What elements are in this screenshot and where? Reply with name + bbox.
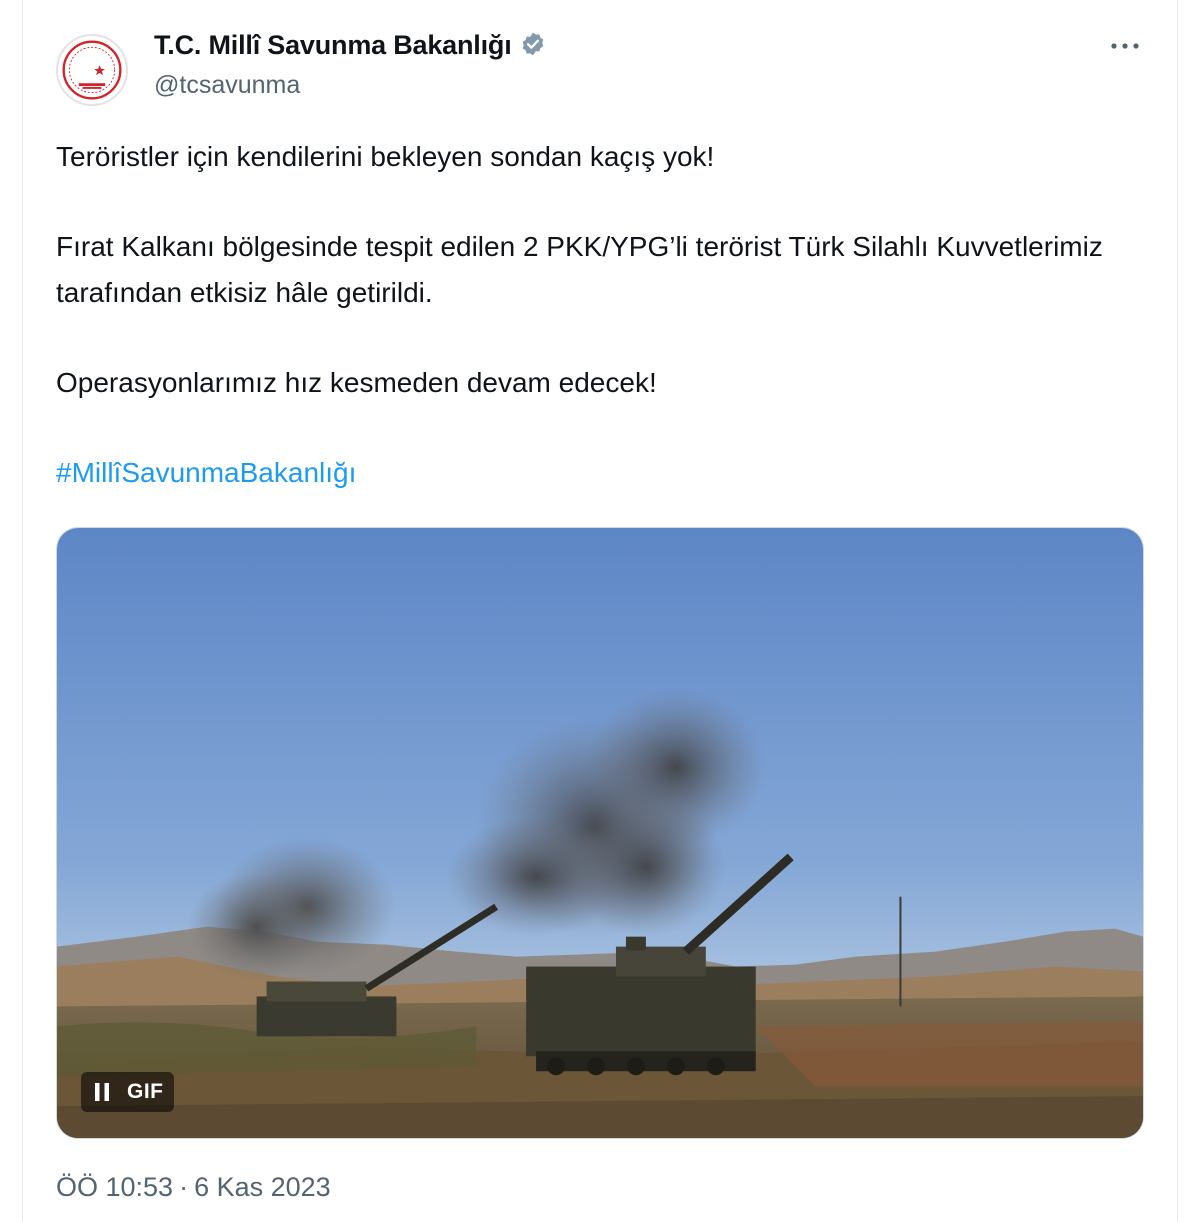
more-dots-icon[interactable] <box>1108 36 1142 56</box>
tweet-date: 6 Kas 2023 <box>194 1172 331 1202</box>
author-block: T.C. Millî Savunma Bakanlığı @tcsavunma <box>154 30 546 100</box>
tweet-text: Teröristler için kendilerini bekleyen so… <box>56 134 1146 496</box>
ministry-emblem-icon <box>62 40 122 100</box>
pause-icon[interactable] <box>91 1080 113 1104</box>
tweet-timestamp[interactable]: ÖÖ 10:53 · 6 Kas 2023 <box>56 1172 331 1203</box>
verified-badge-icon <box>520 31 546 57</box>
tweet-header: T.C. Millî Savunma Bakanlığı @tcsavunma <box>56 28 1156 108</box>
tweet-time: ÖÖ 10:53 <box>56 1172 174 1202</box>
author-handle[interactable]: @tcsavunma <box>154 71 546 100</box>
tweet-line-2: Fırat Kalkanı bölgesinde tespit edilen 2… <box>56 231 1103 308</box>
timestamp-separator: · <box>179 1172 189 1202</box>
tweet-media-gif[interactable]: GIF <box>56 527 1144 1139</box>
display-name[interactable]: T.C. Millî Savunma Bakanlığı <box>154 30 512 61</box>
tweet-line-3: Operasyonlarımız hız kesmeden devam edec… <box>56 367 657 398</box>
tweet-page: T.C. Millî Savunma Bakanlığı @tcsavunma … <box>0 0 1200 1222</box>
tweet-line-1: Teröristler için kendilerini bekleyen so… <box>56 141 715 172</box>
card-border-right <box>1177 0 1178 1222</box>
card-border-left <box>22 0 23 1222</box>
artillery-image <box>57 528 1143 1138</box>
gif-badge: GIF <box>127 1080 164 1103</box>
gif-controls: GIF <box>81 1072 174 1112</box>
hashtag-paragraph: #MillîSavunmaBakanlığı <box>56 450 1146 496</box>
avatar[interactable] <box>56 34 128 106</box>
hashtag-link[interactable]: #MillîSavunmaBakanlığı <box>56 457 356 488</box>
